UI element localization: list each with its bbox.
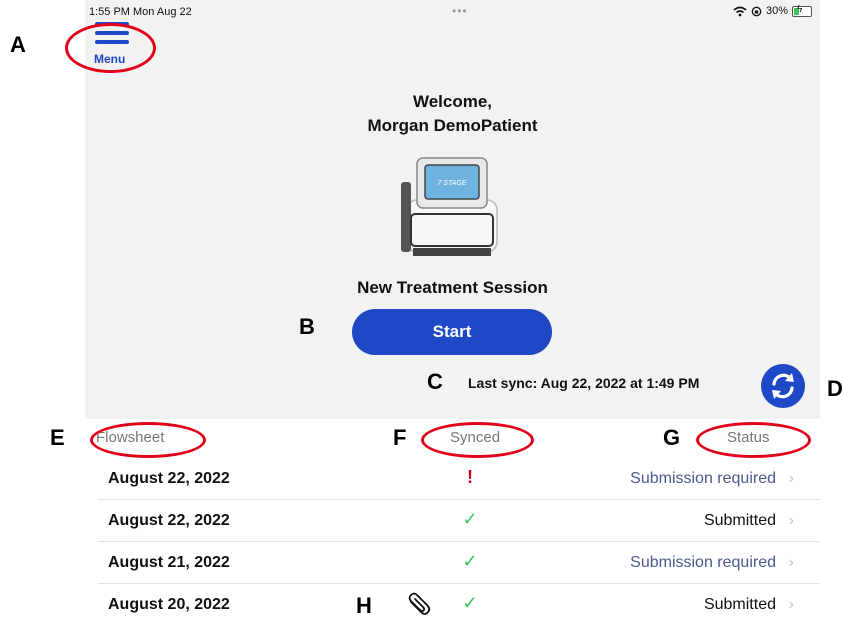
annotation-circle-synced [421, 422, 534, 458]
device-screen-label: 7 STAGE [437, 180, 466, 187]
sync-icon [772, 373, 794, 399]
annotation-circle-status [696, 422, 811, 458]
last-sync-text: Last sync: Aug 22, 2022 at 1:49 PM [468, 375, 700, 391]
row-date: August 20, 2022 [108, 596, 230, 613]
app-screen: 1:55 PM Mon Aug 22 ••• 30% ϟ Menu Welcom… [85, 0, 820, 621]
table-row[interactable]: August 22, 2022 ! Submission required › [85, 458, 820, 500]
row-status: Submission required [630, 470, 776, 487]
chevron-right-icon: › [788, 470, 794, 487]
table-row[interactable]: August 20, 2022 ✓ Submitted › [85, 584, 820, 621]
wifi-icon [733, 6, 747, 16]
row-date: August 22, 2022 [108, 512, 230, 529]
row-date: August 21, 2022 [108, 554, 230, 571]
annotation-circle-flowsheet [90, 422, 206, 458]
sync-button[interactable] [761, 364, 805, 408]
chevron-right-icon: › [788, 596, 794, 613]
multitask-dots-icon[interactable]: ••• [452, 4, 468, 18]
annotation-label-a: A [10, 32, 26, 57]
chevron-right-icon: › [788, 554, 794, 571]
battery-percent: 30% [765, 5, 788, 17]
row-status: Submitted [703, 596, 776, 613]
row-date: August 22, 2022 [108, 470, 230, 487]
status-indicators: 30% ϟ [733, 4, 812, 17]
annotation-label-b: B [299, 314, 315, 339]
table-row[interactable]: August 21, 2022 ✓ Submission required › [85, 542, 820, 584]
row-status: Submission required [630, 554, 776, 571]
table-row[interactable]: August 22, 2022 ✓ Submitted › [85, 500, 820, 542]
treatment-device-image: 7 STAGE [401, 157, 498, 256]
sync-check-icon: ✓ [462, 551, 478, 571]
annotation-label-c: C [427, 369, 443, 394]
paperclip-icon [408, 592, 431, 615]
status-bar: 1:55 PM Mon Aug 22 ••• 30% ϟ [85, 0, 820, 24]
welcome-line: Welcome, [412, 92, 493, 111]
sync-check-icon: ✓ [462, 509, 478, 529]
row-status: Submitted [703, 512, 776, 529]
annotation-label-d: D [827, 376, 843, 401]
annotation-label-e: E [50, 425, 65, 450]
annotation-label-g: G [663, 425, 681, 450]
orientation-lock-icon [751, 6, 762, 16]
start-button[interactable]: Start [352, 309, 552, 355]
patient-name: Morgan DemoPatient [367, 116, 538, 135]
annotation-circle-menu [65, 23, 156, 73]
status-time: 1:55 PM Mon Aug 22 [89, 6, 192, 18]
annotation-label-f: F [393, 425, 407, 450]
chevron-right-icon: › [788, 512, 794, 529]
session-title: New Treatment Session [357, 278, 548, 297]
sync-check-icon: ✓ [462, 593, 478, 613]
sync-alert-icon: ! [467, 467, 473, 487]
battery-icon: ϟ [792, 4, 812, 17]
annotation-label-h: H [356, 593, 372, 618]
